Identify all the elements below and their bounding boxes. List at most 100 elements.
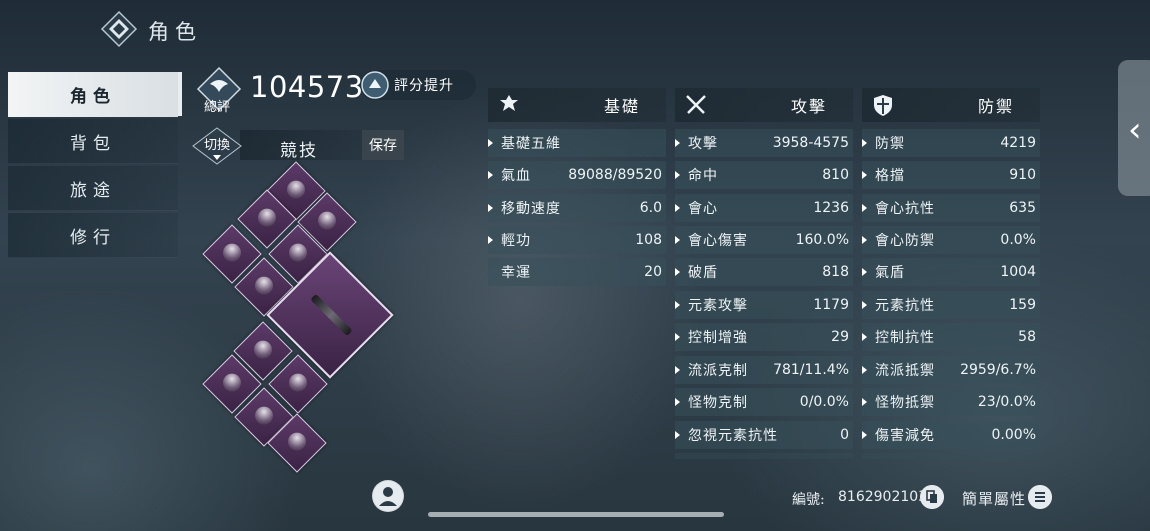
stat-label: 元素攻擊: [688, 298, 748, 314]
stat-value: 810: [822, 167, 849, 183]
stat-row[interactable]: 輕功 108: [488, 226, 666, 254]
nav-item-label: 角色: [70, 86, 116, 107]
nav-item-journey[interactable]: 旅途: [8, 166, 178, 211]
basic-header: 基礎: [488, 88, 666, 122]
simple-attributes-label: 簡單屬性: [962, 490, 1027, 508]
expand-arrow-icon: [862, 431, 867, 439]
stat-row-partial: [862, 453, 1040, 459]
expand-arrow-icon: [862, 171, 867, 179]
page-title: 角色: [148, 20, 202, 44]
stat-label: 控制增強: [688, 330, 748, 346]
stat-label: 移動速度: [501, 201, 561, 217]
stat-row[interactable]: 會心防禦 0.0%: [862, 226, 1040, 254]
stat-row[interactable]: 控制增強 29: [675, 323, 853, 351]
stat-value: 781/11.4%: [773, 362, 849, 378]
expand-arrow-icon: [488, 204, 493, 212]
stat-row[interactable]: 氣盾 1004: [862, 258, 1040, 286]
nav-item-label: 背包: [70, 133, 116, 154]
stat-row[interactable]: 會心 1236: [675, 194, 853, 222]
stat-value: 3958-4575: [772, 135, 849, 151]
boost-label: 評分提升: [394, 78, 454, 94]
stat-label: 氣盾: [875, 265, 905, 281]
stat-row[interactable]: 元素抗性 159: [862, 291, 1040, 319]
stat-row[interactable]: 傷害減免 0.00%: [862, 421, 1040, 449]
expand-arrow-icon: [675, 333, 680, 341]
stat-value: 1004: [1000, 264, 1036, 280]
stat-row[interactable]: 流派克制 781/11.4%: [675, 356, 853, 384]
expand-arrow-icon: [675, 398, 680, 406]
stat-value: 89088/89520: [568, 167, 662, 183]
stat-value: 159: [1009, 297, 1036, 313]
stat-row[interactable]: 基礎五維: [488, 129, 666, 157]
stat-row[interactable]: 氣血 89088/89520: [488, 161, 666, 189]
stat-row[interactable]: 怪物克制 0/0.0%: [675, 388, 853, 416]
stat-row[interactable]: 怪物抵禦 23/0.0%: [862, 388, 1040, 416]
expand-arrow-icon: [488, 171, 493, 179]
stat-value: 160.0%: [795, 232, 849, 248]
chevron-left-icon: ‹: [1128, 110, 1142, 150]
stat-value: 910: [1009, 167, 1036, 183]
stat-row[interactable]: 會心傷害 160.0%: [675, 226, 853, 254]
necklace-icon: [219, 369, 245, 396]
stat-value: 4219: [1000, 135, 1036, 151]
diamond-emblem-icon: [100, 10, 138, 48]
stat-value: 58: [1018, 329, 1036, 345]
stat-row[interactable]: 元素攻擊 1179: [675, 291, 853, 319]
stat-row[interactable]: 忽視元素抗性 0: [675, 421, 853, 449]
expand-arrow-icon: [675, 139, 680, 147]
stat-label: 元素抗性: [875, 298, 935, 314]
stat-value: 29: [831, 329, 849, 345]
boost-icon: [361, 71, 389, 99]
score-value: 104573: [250, 70, 364, 104]
expand-arrow-icon: [862, 398, 867, 406]
nav-item-cultivation[interactable]: 修行: [8, 213, 178, 258]
menu-icon[interactable]: [1028, 485, 1052, 509]
nav-item-character[interactable]: 角色: [8, 72, 182, 117]
copy-icon[interactable]: [920, 485, 944, 509]
stat-label: 攻擊: [688, 136, 718, 152]
stat-row[interactable]: 攻擊 3958-4575: [675, 129, 853, 157]
helmet-icon: [283, 176, 309, 203]
stat-row[interactable]: 流派抵禦 2959/6.7%: [862, 356, 1040, 384]
side-panel-toggle[interactable]: ‹: [1118, 60, 1150, 196]
stat-label: 會心: [688, 201, 718, 217]
save-button[interactable]: 保存: [362, 130, 404, 160]
stat-row[interactable]: 破盾 818: [675, 258, 853, 286]
stat-row[interactable]: 格擋 910: [862, 161, 1040, 189]
expand-arrow-icon: [488, 236, 493, 244]
stat-row[interactable]: 控制抗性 58: [862, 323, 1040, 351]
stat-row-partial: [675, 453, 853, 459]
switch-preset-label: 切換: [204, 138, 231, 153]
stat-label: 怪物抵禦: [875, 395, 935, 411]
pendant-icon: [285, 369, 311, 396]
ring-icon: [250, 336, 276, 363]
expand-arrow-icon: [488, 139, 493, 147]
stat-row[interactable]: 會心抗性 635: [862, 194, 1040, 222]
home-indicator[interactable]: [428, 512, 724, 517]
expand-arrow-icon: [675, 171, 680, 179]
expand-arrow-icon: [675, 431, 680, 439]
stat-label: 會心傷害: [688, 233, 748, 249]
stat-row[interactable]: 移動速度 6.0: [488, 194, 666, 222]
defense-title: 防禦: [977, 97, 1014, 116]
nav-item-bag[interactable]: 背包: [8, 119, 178, 164]
person-icon[interactable]: [372, 480, 404, 512]
stat-label: 流派克制: [688, 363, 748, 379]
stat-value: 818: [822, 264, 849, 280]
stat-label: 會心防禦: [875, 233, 935, 249]
score-boost-button[interactable]: 評分提升: [360, 70, 476, 100]
stat-label: 破盾: [688, 265, 718, 281]
stat-label: 怪物克制: [688, 395, 748, 411]
stat-value: 2959/6.7%: [960, 362, 1036, 378]
expand-arrow-icon: [675, 366, 680, 374]
stat-row: 幸運 20: [488, 258, 666, 286]
stat-value: 0.00%: [991, 427, 1036, 443]
expand-arrow-icon: [862, 366, 867, 374]
stat-label: 控制抗性: [875, 330, 935, 346]
stat-row[interactable]: 防禦 4219: [862, 129, 1040, 157]
armor-icon: [285, 239, 311, 266]
stat-row[interactable]: 命中 810: [675, 161, 853, 189]
stat-value: 0/0.0%: [799, 394, 849, 410]
stat-label: 會心抗性: [875, 201, 935, 217]
basic-emblem-icon: [500, 95, 518, 111]
